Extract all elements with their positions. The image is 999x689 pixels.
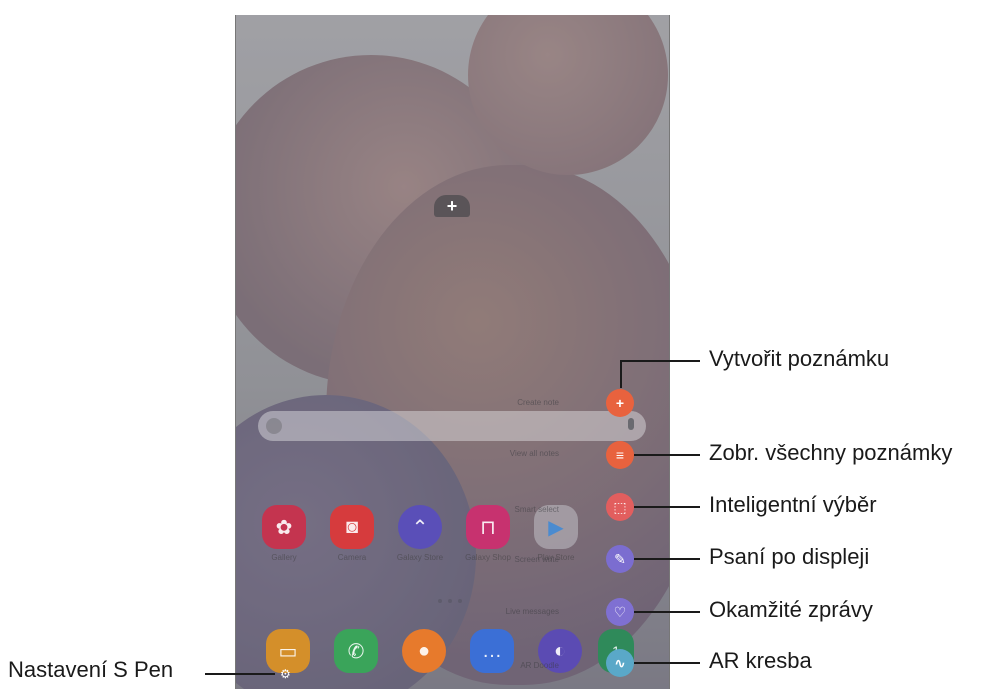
- label-ar-doodle: AR Doodle: [520, 661, 559, 670]
- label-screen-write: Screen write: [514, 555, 559, 564]
- callout-line-screen-write: [634, 558, 700, 560]
- ar-doodle-button[interactable]: ∿: [606, 649, 634, 677]
- dock-contacts[interactable]: ●: [402, 629, 446, 673]
- app-label: Galaxy Shop: [465, 553, 511, 562]
- callout-vline-create-note: [620, 360, 622, 388]
- callout-spen-settings: Nastavení S Pen: [8, 657, 174, 682]
- mic-icon[interactable]: [628, 418, 634, 430]
- live-messages-button[interactable]: ♡: [606, 598, 634, 626]
- callout-line-view-all-notes: [634, 454, 700, 456]
- bag-icon: ⊓: [480, 516, 496, 539]
- messages-icon: …: [482, 639, 502, 662]
- create-note-button[interactable]: +: [606, 389, 634, 417]
- label-smart-select: Smart select: [514, 505, 559, 514]
- app-label: Gallery: [271, 553, 297, 562]
- callout-line-spen-settings: [205, 673, 275, 675]
- app-label: Camera: [337, 553, 367, 562]
- phone-icon: ✆: [347, 640, 365, 663]
- flower-icon: ✿: [275, 516, 293, 539]
- cloud-add-icon[interactable]: +: [434, 195, 470, 217]
- app-galaxy-shop[interactable]: ⊓ Galaxy Shop: [465, 505, 511, 562]
- app-label: Galaxy Store: [396, 553, 444, 562]
- dock-messages[interactable]: …: [470, 629, 514, 673]
- label-live-messages: Live messages: [505, 607, 559, 616]
- callout-ar-doodle: AR kresba: [709, 648, 812, 673]
- note-add-icon: +: [615, 395, 625, 411]
- screen-write-button[interactable]: ✎: [606, 545, 634, 573]
- smart-select-icon: ⬚: [613, 498, 627, 515]
- app-galaxy-store[interactable]: ⌃ Galaxy Store: [397, 505, 443, 562]
- view-all-notes-button[interactable]: ≡: [606, 441, 634, 469]
- callout-line-create-note: [620, 360, 700, 362]
- callout-create-note: Vytvořit poznámku: [709, 346, 890, 371]
- page-indicator: [438, 599, 462, 603]
- smart-select-button[interactable]: ⬚: [606, 493, 634, 521]
- callout-screen-write: Psaní po displeji: [709, 544, 870, 569]
- heart-icon: ♡: [613, 603, 627, 620]
- dock-phone[interactable]: ✆: [334, 629, 378, 673]
- app-gallery[interactable]: ✿ Gallery: [262, 505, 306, 562]
- search-bar[interactable]: [258, 411, 646, 441]
- settings-gear-icon[interactable]: ⚙: [280, 668, 292, 680]
- callout-line-ar-doodle: [634, 662, 700, 664]
- callout-line-smart-select: [634, 506, 700, 508]
- tablet-screen: + ✿ Gallery ◙ Camera ⌃ Galaxy Store ⊓ Ga…: [235, 15, 670, 689]
- notes-list-icon: ≡: [615, 447, 625, 463]
- callout-live-messages: Okamžité zprávy: [709, 597, 873, 622]
- callout-smart-select: Inteligentní výběr: [709, 492, 877, 517]
- camera-icon: ◙: [345, 515, 359, 538]
- contact-icon: ●: [417, 639, 431, 662]
- google-icon: [266, 418, 282, 434]
- callout-view-all-notes: Zobr. všechny poznámky: [709, 440, 953, 465]
- label-view-all-notes: View all notes: [509, 449, 559, 458]
- app-camera[interactable]: ◙ Camera: [330, 505, 374, 562]
- callout-line-live-messages: [634, 611, 700, 613]
- wallpaper: [236, 15, 669, 689]
- label-create-note: Create note: [517, 398, 559, 407]
- chevron-up-icon: ⌃: [411, 516, 429, 539]
- pen-icon: ✎: [614, 550, 626, 567]
- doodle-icon: ∿: [614, 654, 626, 671]
